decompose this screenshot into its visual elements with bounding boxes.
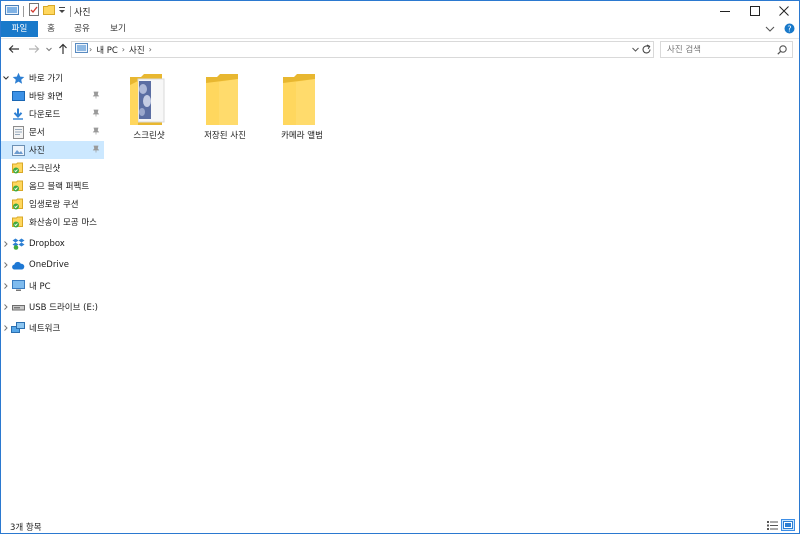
chevron-down-icon	[765, 26, 775, 32]
chevron-right-icon[interactable]	[1, 261, 11, 269]
network-icon	[11, 321, 25, 335]
address-bar[interactable]: › 내 PC › 사진 ›	[71, 41, 654, 58]
help-icon: ?	[784, 23, 795, 34]
chevron-right-icon[interactable]	[1, 282, 11, 290]
folder-sync-icon	[11, 215, 25, 229]
nav-item-recent-homme[interactable]: 옴므 블랙 퍼펙트	[1, 177, 104, 195]
close-icon	[778, 6, 789, 16]
chevron-down-icon	[46, 47, 52, 52]
customize-qat-icon[interactable]	[58, 5, 66, 18]
nav-quick-access[interactable]: 바로 가기	[1, 69, 104, 87]
help-button[interactable]: ?	[784, 23, 795, 37]
tab-view[interactable]: 보기	[107, 21, 129, 37]
breadcrumb-pictures[interactable]: 사진	[129, 44, 145, 56]
folder-item-saved-pictures[interactable]: 저장된 사진	[189, 69, 261, 141]
address-history-dropdown[interactable]	[631, 45, 640, 57]
nav-dropbox[interactable]: Dropbox	[1, 235, 104, 253]
properties-icon[interactable]	[28, 3, 40, 19]
folder-item-screenshots[interactable]: 스크린샷	[113, 69, 185, 141]
details-view-button[interactable]	[765, 519, 779, 531]
up-button[interactable]	[56, 42, 70, 56]
pin-icon[interactable]	[92, 145, 100, 156]
nav-usb-drive[interactable]: USB 드라이브 (E:)	[1, 298, 104, 316]
minimize-icon	[719, 11, 730, 12]
title-bar: 사진	[1, 1, 799, 21]
back-button[interactable]	[7, 42, 21, 56]
refresh-icon	[642, 44, 651, 54]
svg-text:?: ?	[787, 24, 791, 33]
ribbon-tabs: 파일 홈 공유 보기 ?	[1, 21, 799, 37]
search-box[interactable]	[660, 41, 793, 58]
maximize-icon	[749, 6, 760, 16]
folder-with-thumbnail-icon	[129, 73, 169, 130]
window-title: 사진	[74, 8, 91, 18]
arrow-right-icon	[29, 45, 40, 53]
search-input[interactable]	[667, 44, 779, 55]
folder-sync-icon	[11, 197, 25, 211]
usb-drive-icon	[11, 300, 25, 314]
tab-file[interactable]: 파일	[1, 21, 38, 37]
chevron-right-icon[interactable]	[1, 240, 11, 248]
explorer-window-icon[interactable]	[5, 4, 19, 19]
search-icon[interactable]	[777, 45, 787, 58]
folder-icon	[282, 73, 322, 130]
pin-icon[interactable]	[92, 91, 100, 102]
star-icon	[11, 71, 25, 85]
cloud-icon	[11, 258, 25, 272]
folder-icon	[205, 73, 245, 130]
chevron-right-icon[interactable]	[1, 303, 11, 311]
nav-item-recent-mask[interactable]: 화산송이 모공 마스	[1, 213, 104, 231]
navigation-pane: 바로 가기 바탕 화면 다운로드 문서 사진 스크린샷 옴므 블랙 퍼펙트 임생…	[1, 65, 105, 515]
nav-network[interactable]: 네트워크	[1, 319, 104, 337]
address-row: › 내 PC › 사진 ›	[1, 38, 799, 59]
folder-sync-icon	[11, 179, 25, 193]
folder-item-camera-roll[interactable]: 카메라 앨범	[266, 69, 338, 141]
large-icons-view-icon	[783, 521, 793, 529]
tab-home[interactable]: 홈	[42, 21, 60, 37]
nav-this-pc[interactable]: 내 PC	[1, 277, 104, 295]
dropbox-icon	[11, 237, 25, 251]
pin-icon[interactable]	[92, 127, 100, 138]
quick-access-toolbar	[5, 3, 75, 19]
new-folder-icon[interactable]	[43, 4, 55, 19]
breadcrumb-this-pc[interactable]: 내 PC	[96, 44, 118, 56]
explorer-window: 사진 파일 홈 공유 보기 ? › 내 PC › 사진 › 사진 검색 바로 가…	[0, 0, 800, 534]
file-list: 스크린샷 저장된 사진 카메라 앨범	[106, 61, 796, 516]
pictures-icon	[11, 143, 25, 157]
document-icon	[11, 125, 25, 139]
expand-ribbon-button[interactable]	[764, 24, 776, 37]
nav-onedrive[interactable]: OneDrive	[1, 256, 104, 274]
chevron-expanded-icon[interactable]	[1, 74, 11, 82]
chevron-right-icon[interactable]	[1, 324, 11, 332]
nav-item-downloads[interactable]: 다운로드	[1, 105, 104, 123]
refresh-button[interactable]	[641, 44, 652, 58]
large-icons-view-button[interactable]	[781, 519, 795, 531]
desktop-icon	[11, 89, 25, 103]
nav-item-recent-screenshots[interactable]: 스크린샷	[1, 159, 104, 177]
status-bar: 3개 항목	[1, 517, 799, 533]
forward-button[interactable]	[27, 42, 41, 56]
download-arrow-icon	[11, 107, 25, 121]
tab-share[interactable]: 공유	[71, 21, 93, 37]
pictures-location-icon	[75, 43, 88, 56]
computer-icon	[11, 279, 25, 293]
nav-item-pictures[interactable]: 사진	[1, 141, 104, 159]
details-view-icon	[766, 520, 778, 530]
close-button[interactable]	[765, 1, 800, 21]
item-count: 3개 항목	[10, 523, 42, 533]
chevron-down-icon	[632, 47, 639, 52]
folder-sync-icon	[11, 161, 25, 175]
arrow-up-icon	[59, 43, 67, 54]
arrow-left-icon	[8, 45, 19, 53]
nav-item-documents[interactable]: 문서	[1, 123, 104, 141]
nav-item-recent-cushion[interactable]: 임생로랑 쿠션	[1, 195, 104, 213]
recent-locations-button[interactable]	[42, 42, 56, 56]
nav-item-desktop[interactable]: 바탕 화면	[1, 87, 104, 105]
pin-icon[interactable]	[92, 109, 100, 120]
